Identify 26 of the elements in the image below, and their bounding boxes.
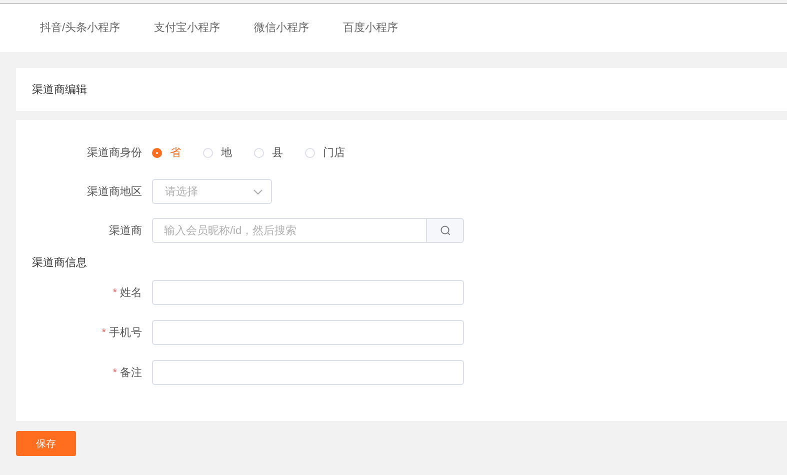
required-mark: *: [102, 326, 106, 338]
search-icon: [440, 225, 450, 236]
chevron-down-icon: [253, 188, 263, 194]
card-title: 渠道商编辑: [32, 82, 87, 97]
search-field[interactable]: 输入会员昵称/id，然后搜索: [152, 218, 427, 243]
input-field[interactable]: [152, 280, 464, 305]
field-label: 姓名: [120, 286, 142, 300]
select-placeholder: 请选择: [165, 185, 198, 199]
input-field[interactable]: [152, 360, 464, 385]
input-field[interactable]: [152, 320, 464, 345]
field-label: 备注: [120, 366, 142, 380]
tab[interactable]: 微信小程序: [242, 4, 322, 52]
field-label: 手机号: [109, 326, 142, 340]
field-label: 渠道商: [108, 224, 142, 238]
required-mark: *: [112, 286, 117, 298]
tab[interactable]: 百度小程序: [331, 4, 410, 52]
field-label: 渠道商地区: [86, 184, 142, 199]
section-title: 渠道商信息: [31, 256, 88, 270]
field-label: 渠道商身份: [86, 146, 142, 160]
search-button[interactable]: [427, 218, 464, 243]
radio-option[interactable]: 县: [254, 145, 283, 160]
radio-option[interactable]: 地: [203, 145, 232, 160]
radio-option[interactable]: 门店: [305, 145, 345, 160]
required-mark: *: [112, 366, 117, 378]
tab[interactable]: 支付宝小程序: [142, 4, 232, 52]
tab[interactable]: 抖音/头条小程序: [28, 4, 132, 52]
